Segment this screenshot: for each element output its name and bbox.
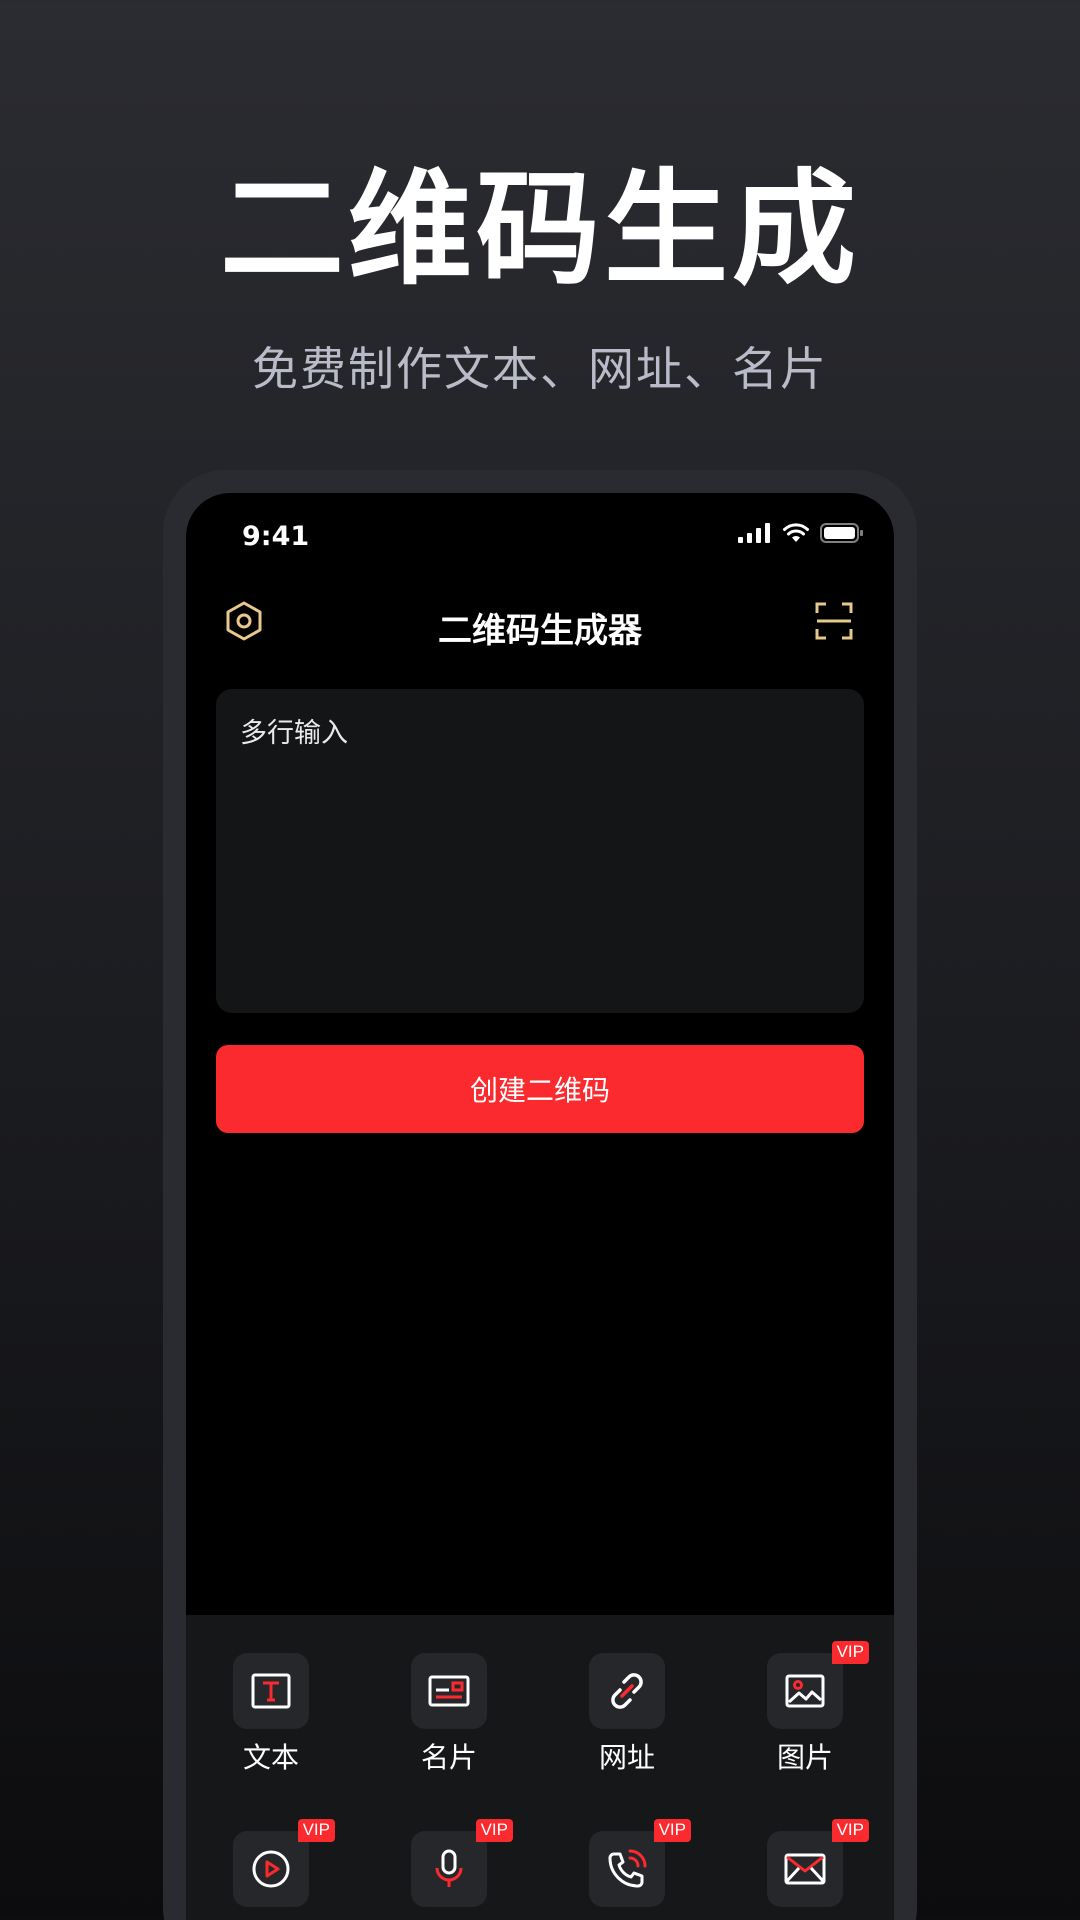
wifi-icon xyxy=(783,523,809,542)
tool-label: 图片 xyxy=(776,1741,833,1774)
tool-icon-bg: VIP xyxy=(411,1819,513,1907)
tool-mail[interactable]: VIP xyxy=(745,1819,869,1919)
phone-call-icon xyxy=(608,1849,647,1888)
tool-icon-bg xyxy=(233,1653,309,1729)
create-qr-button[interactable]: 创建二维码 xyxy=(216,1045,864,1133)
video-play-icon xyxy=(252,1850,290,1888)
tool-icon-bg xyxy=(589,1653,665,1729)
tool-icon-bg: VIP xyxy=(767,1819,869,1907)
tool-link[interactable]: 网址 xyxy=(567,1653,687,1775)
tool-icon-bg: VIP xyxy=(233,1819,335,1907)
vip-badge: VIP xyxy=(475,1819,513,1842)
tool-label: 名片 xyxy=(420,1741,477,1774)
tool-label: 网址 xyxy=(598,1741,655,1774)
image-icon xyxy=(785,1674,825,1708)
phone-screen: 9:41 二维码生成器 创建二维码 xyxy=(186,493,894,1920)
tool-card[interactable]: 名片 xyxy=(389,1653,509,1775)
tool-label: 文本 xyxy=(242,1741,299,1774)
tool-icon-bg: VIP xyxy=(767,1641,869,1729)
nav-title: 二维码生成器 xyxy=(438,611,642,651)
status-time: 9:41 xyxy=(242,521,310,552)
vip-badge: VIP xyxy=(831,1819,869,1842)
link-icon xyxy=(611,1673,643,1709)
mail-icon xyxy=(784,1853,826,1885)
microphone-icon xyxy=(435,1849,463,1887)
tool-phone[interactable]: VIP xyxy=(567,1819,691,1919)
text-icon xyxy=(251,1673,291,1709)
vip-badge: VIP xyxy=(653,1819,691,1842)
scan-icon[interactable] xyxy=(814,601,854,641)
tools-grid: 文本 名片 网址 VIP 图片 VIP VIP VIP VIP xyxy=(186,1615,894,1920)
tool-video[interactable]: VIP xyxy=(211,1819,335,1919)
tool-text[interactable]: 文本 xyxy=(211,1653,331,1775)
multiline-input[interactable] xyxy=(240,711,840,991)
signal-icon xyxy=(738,523,770,543)
vip-badge: VIP xyxy=(297,1819,335,1842)
status-icons xyxy=(738,523,864,543)
card-icon xyxy=(428,1675,470,1707)
tool-icon-bg: VIP xyxy=(589,1819,691,1907)
tool-audio[interactable]: VIP xyxy=(389,1819,513,1919)
tool-panel: 文本 名片 网址 VIP 图片 VIP VIP VIP VIP xyxy=(186,1615,894,1920)
tool-image[interactable]: VIP 图片 xyxy=(745,1641,869,1775)
battery-icon xyxy=(820,523,863,543)
vip-badge: VIP xyxy=(831,1641,869,1664)
hero-title: 二维码生成 xyxy=(219,158,860,302)
tool-icon-bg xyxy=(411,1653,487,1729)
hero-subtitle: 免费制作文本、网址、名片 xyxy=(252,342,828,396)
multiline-input-container xyxy=(216,689,864,1013)
